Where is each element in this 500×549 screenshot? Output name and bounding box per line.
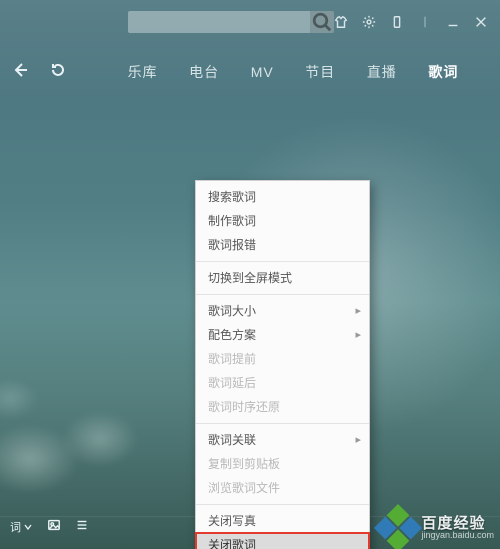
menu-item-label: 搜索歌词 (208, 190, 256, 204)
nav-row: 乐库 电台 MV 节目 直播 歌词 (0, 56, 500, 88)
search-input[interactable] (128, 11, 310, 33)
device-icon[interactable] (390, 15, 404, 29)
nav-tab[interactable]: 直播 (367, 62, 397, 82)
menu-item-label: 歌词大小 (208, 304, 256, 318)
menu-item: 歌词时序还原 (196, 395, 369, 419)
menu-separator (196, 423, 369, 424)
nav-tab[interactable]: 电台 (189, 62, 219, 82)
menu-item-label: 浏览歌词文件 (208, 481, 280, 495)
titlebar (0, 8, 500, 36)
background-art (0, 309, 190, 509)
menu-separator (196, 261, 369, 262)
refresh-button[interactable] (50, 62, 66, 83)
menu-item[interactable]: 配色方案 ▸ (196, 323, 369, 347)
menu-item[interactable]: 歌词大小 ▸ (196, 299, 369, 323)
lyrics-context-menu: 搜索歌词制作歌词歌词报错切换到全屏模式歌词大小 ▸ 配色方案 ▸ 歌词提前歌词延后歌词时… (195, 180, 370, 549)
search-icon (310, 10, 334, 34)
nav-tab[interactable]: 歌词 (428, 62, 458, 82)
nav-left (0, 62, 66, 83)
menu-item-label: 歌词时序还原 (208, 400, 280, 414)
menu-item-label: 复制到剪贴板 (208, 457, 280, 471)
menu-item-label: 切换到全屏模式 (208, 271, 292, 285)
nav-tab[interactable]: 乐库 (128, 62, 158, 82)
menu-item: 歌词延后 (196, 371, 369, 395)
menu-separator (196, 294, 369, 295)
menu-item-label: 歌词关联 (208, 433, 256, 447)
menu-item-label: 歌词延后 (208, 376, 256, 390)
list-button[interactable] (75, 518, 89, 537)
back-button[interactable] (12, 62, 28, 83)
window-controls (334, 15, 492, 29)
menu-item-label: 歌词提前 (208, 352, 256, 366)
nav-tabs: 乐库 电台 MV 节目 直播 歌词 (66, 62, 500, 82)
nav-tab[interactable]: 节目 (305, 62, 335, 82)
nav-tab[interactable]: MV (251, 64, 274, 80)
menu-item-label: 制作歌词 (208, 214, 256, 228)
menu-item: 复制到剪贴板 (196, 452, 369, 476)
menu-item-label: 配色方案 (208, 328, 256, 342)
chevron-right-icon: ▸ (355, 323, 361, 347)
menu-item[interactable]: 歌词报错 (196, 233, 369, 257)
search-box (128, 11, 334, 33)
lyrics-toggle-label: 词 (10, 519, 21, 535)
menu-item: 浏览歌词文件 (196, 476, 369, 500)
close-icon[interactable] (474, 15, 488, 29)
menu-item[interactable]: 切换到全屏模式 (196, 266, 369, 290)
shirt-icon[interactable] (334, 15, 348, 29)
menu-item[interactable]: 歌词关联 ▸ (196, 428, 369, 452)
photo-button[interactable] (47, 518, 61, 537)
minimize-icon[interactable] (446, 15, 460, 29)
lyrics-toggle-button[interactable]: 词 (10, 519, 33, 535)
menu-item: 歌词提前 (196, 347, 369, 371)
divider-icon (418, 15, 432, 29)
app-window: 乐库电台MV节目直播歌词 搜索歌词制作歌词歌词报错切换到全屏模式歌词大小▸配色方… (0, 0, 500, 549)
chevron-right-icon: ▸ (355, 299, 361, 323)
menu-item[interactable]: 制作歌词 (196, 209, 369, 233)
gear-icon[interactable] (362, 15, 376, 29)
search-button[interactable] (310, 11, 334, 33)
menu-item-label: 歌词报错 (208, 238, 256, 252)
chevron-down-icon (23, 522, 33, 532)
menu-item[interactable]: 搜索歌词 (196, 185, 369, 209)
bottom-bar: 词 (0, 505, 500, 549)
chevron-right-icon: ▸ (355, 428, 361, 452)
